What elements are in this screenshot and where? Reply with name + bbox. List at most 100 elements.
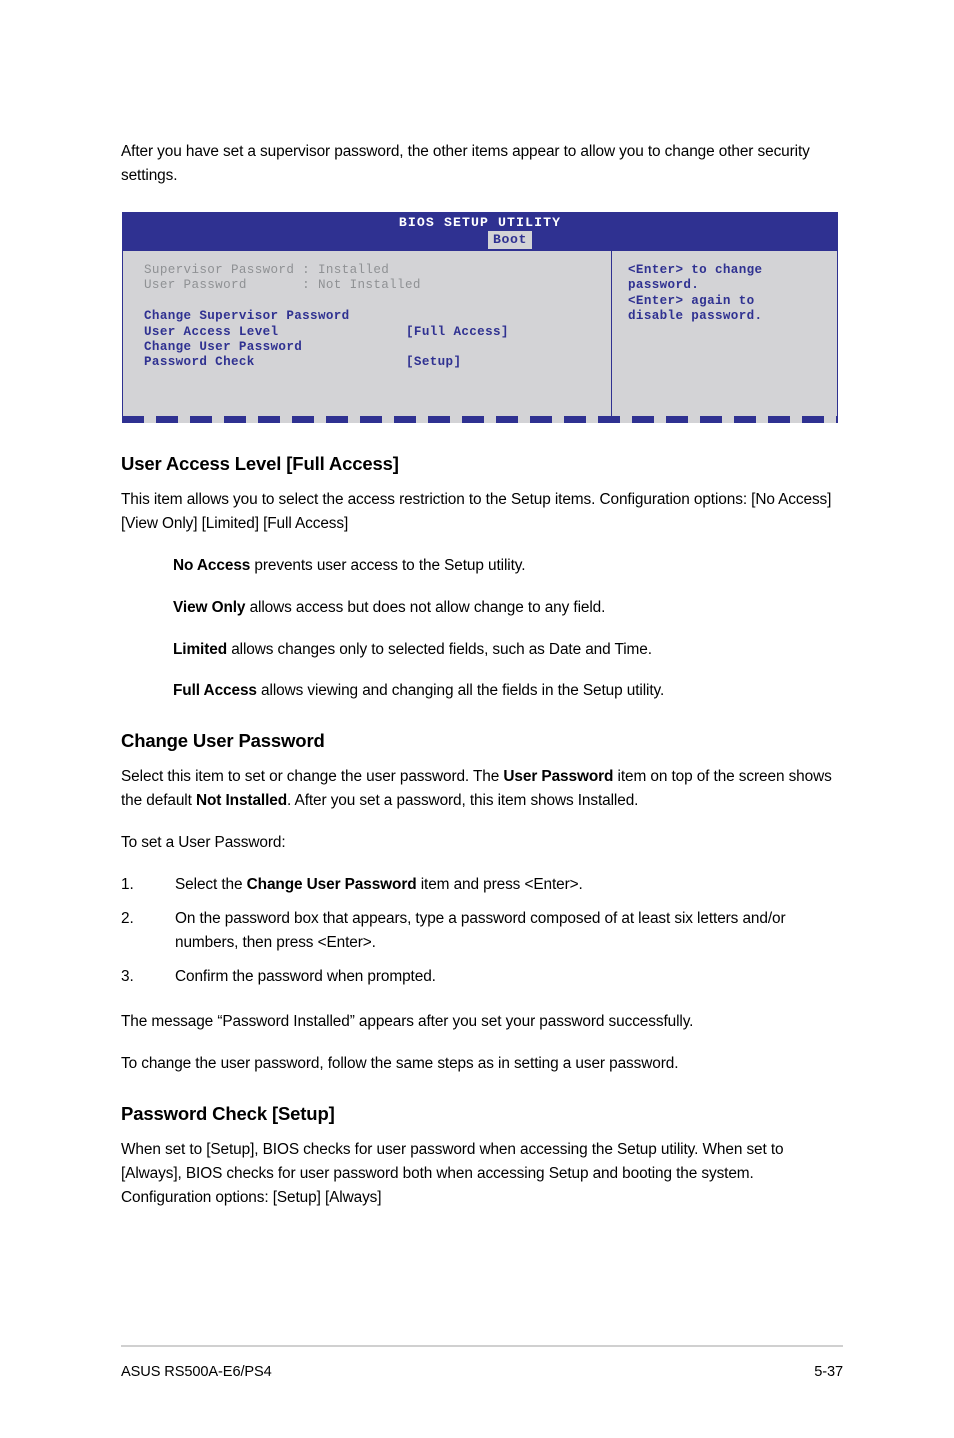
footer-dash-segment bbox=[620, 416, 632, 423]
bios-item-value: [Setup] bbox=[406, 355, 462, 370]
bios-title: BIOS SETUP UTILITY bbox=[398, 215, 562, 230]
footer-dash-segment bbox=[824, 416, 836, 423]
footer-dash-segment bbox=[258, 416, 280, 423]
definition-desc: allows changes only to selected fields, … bbox=[227, 640, 652, 658]
text-fragment: . After you set a password, this item sh… bbox=[287, 792, 639, 810]
bios-help-panel: <Enter> to change password. <Enter> agai… bbox=[628, 263, 824, 325]
footer-dash-segment bbox=[394, 416, 416, 423]
bios-status-user-password: User Password : Not Installed bbox=[144, 278, 421, 293]
footer-dash-segment bbox=[212, 416, 224, 423]
footer-dash-segment bbox=[428, 416, 450, 423]
paragraph-to-set-user-password: To set a User Password: bbox=[121, 834, 286, 852]
bios-help-line: password. bbox=[628, 278, 700, 293]
bios-status-supervisor-password: Supervisor Password : Installed bbox=[144, 263, 390, 277]
heading-change-user-password: Change User Password bbox=[121, 730, 325, 752]
footer-dash-segment bbox=[518, 416, 530, 423]
footer-dash-segment bbox=[484, 416, 496, 423]
footer-dash-segment bbox=[190, 416, 212, 423]
document-page: After you have set a supervisor password… bbox=[0, 0, 954, 1438]
bios-help-line: disable password. bbox=[628, 309, 763, 324]
footer-dash-segment bbox=[246, 416, 258, 423]
paragraph-user-access-level: This item allows you to select the acces… bbox=[121, 491, 832, 532]
footer-dash-segment bbox=[564, 416, 586, 423]
bios-item-label: Password Check bbox=[144, 355, 255, 370]
step-item-1: 1. Select the Change User Password item … bbox=[121, 873, 843, 897]
step-item-3: 3. Confirm the password when prompted. bbox=[121, 965, 843, 989]
footer-dash-segment bbox=[122, 416, 144, 423]
paragraph-change-user-password: Select this item to set or change the us… bbox=[121, 765, 843, 813]
bios-help-line: <Enter> to change bbox=[628, 263, 763, 277]
bios-tab-boot[interactable]: Boot bbox=[488, 231, 533, 249]
text-fragment: Select this item to set or change the us… bbox=[121, 768, 504, 786]
footer-dash-segment bbox=[552, 416, 564, 423]
footer-dash-segment bbox=[666, 416, 688, 423]
definition-term: Limited bbox=[173, 640, 228, 658]
text-fragment: Select the bbox=[175, 875, 247, 893]
bios-footer-dashes bbox=[122, 416, 838, 423]
bios-item-label: User Access Level bbox=[144, 324, 279, 339]
definition-desc: allows viewing and changing all the fiel… bbox=[256, 682, 665, 700]
bios-spacer-line bbox=[144, 294, 604, 309]
footer-dash-segment bbox=[382, 416, 394, 423]
definition-term: Full Access bbox=[173, 682, 257, 700]
footer-dash-segment bbox=[722, 416, 734, 423]
paragraph-password-installed-message: The message “Password Installed” appears… bbox=[121, 1013, 694, 1031]
footer-dash-segment bbox=[450, 416, 462, 423]
bios-footer-bar bbox=[122, 416, 838, 423]
bios-body: Supervisor Password : Installed User Pas… bbox=[122, 250, 838, 416]
step-number: 1. bbox=[121, 875, 134, 893]
bios-item-change-supervisor-password[interactable]: Change Supervisor Password bbox=[144, 309, 604, 324]
footer-dash-segment bbox=[416, 416, 428, 423]
bios-titlebar: BIOS SETUP UTILITY Boot bbox=[122, 212, 838, 250]
footer-dash-segment bbox=[530, 416, 552, 423]
paragraph-password-check: When set to [Setup], BIOS checks for use… bbox=[121, 1141, 784, 1207]
definition-term: View Only bbox=[173, 598, 246, 616]
footer-dash-segment bbox=[586, 416, 598, 423]
bios-left-panel: Supervisor Password : Installed User Pas… bbox=[144, 263, 604, 371]
page-content: After you have set a supervisor password… bbox=[121, 140, 843, 188]
definition-full-access: Full Access allows viewing and changing … bbox=[121, 679, 843, 703]
paragraph-change-user-password-steps: To change the user password, follow the … bbox=[121, 1055, 679, 1073]
bios-help-line: <Enter> again to bbox=[628, 293, 755, 308]
definition-desc: allows access but does not allow change … bbox=[245, 598, 606, 616]
bios-item-user-access-level[interactable]: User Access Level [Full Access] bbox=[144, 325, 604, 340]
definition-limited: Limited allows changes only to selected … bbox=[121, 638, 843, 662]
footer-dash-segment bbox=[178, 416, 190, 423]
text-bold-user-password: User Password bbox=[503, 768, 614, 786]
heading-password-check: Password Check [Setup] bbox=[121, 1103, 335, 1125]
footer-dash-segment bbox=[632, 416, 654, 423]
definition-no-access: No Access prevents user access to the Se… bbox=[121, 554, 843, 578]
step-body: Select the Change User Password item and… bbox=[175, 873, 843, 897]
bios-panel-divider bbox=[611, 251, 612, 416]
footer-divider bbox=[121, 1345, 843, 1347]
heading-user-access-level: User Access Level [Full Access] bbox=[121, 453, 399, 474]
footer-dash-segment bbox=[790, 416, 802, 423]
footer-product-name: ASUS RS500A-E6/PS4 bbox=[121, 1364, 272, 1380]
text-bold-not-installed: Not Installed bbox=[195, 792, 288, 810]
definition-term: No Access bbox=[173, 556, 251, 574]
footer-dash-segment bbox=[292, 416, 314, 423]
step-body: Confirm the password when prompted. bbox=[175, 967, 436, 985]
footer-dash-segment bbox=[836, 416, 838, 423]
text-bold-change-user-password: Change User Password bbox=[246, 875, 417, 893]
footer-dash-segment bbox=[314, 416, 326, 423]
footer-dash-segment bbox=[688, 416, 700, 423]
step-number: 3. bbox=[121, 967, 134, 985]
body-sections: User Access Level [Full Access] This ite… bbox=[121, 452, 843, 1210]
footer-dash-segment bbox=[156, 416, 178, 423]
bios-item-label: Change Supervisor Password bbox=[144, 309, 350, 324]
footer-dash-segment bbox=[280, 416, 292, 423]
footer-page-number: 5-37 bbox=[814, 1364, 843, 1380]
footer-dash-segment bbox=[496, 416, 518, 423]
definition-desc: prevents user access to the Setup utilit… bbox=[250, 556, 526, 574]
footer-dash-segment bbox=[756, 416, 768, 423]
bios-item-change-user-password[interactable]: Change User Password bbox=[144, 340, 604, 355]
bios-setup-screenshot: BIOS SETUP UTILITY Boot Supervisor Passw… bbox=[122, 212, 838, 423]
bios-item-password-check[interactable]: Password Check [Setup] bbox=[144, 355, 604, 370]
footer-dash-segment bbox=[224, 416, 246, 423]
step-body: On the password box that appears, type a… bbox=[175, 909, 786, 951]
bios-item-label: Change User Password bbox=[144, 340, 303, 355]
bios-item-value: [Full Access] bbox=[406, 324, 509, 339]
footer-dash-segment bbox=[348, 416, 360, 423]
footer-dash-segment bbox=[360, 416, 382, 423]
